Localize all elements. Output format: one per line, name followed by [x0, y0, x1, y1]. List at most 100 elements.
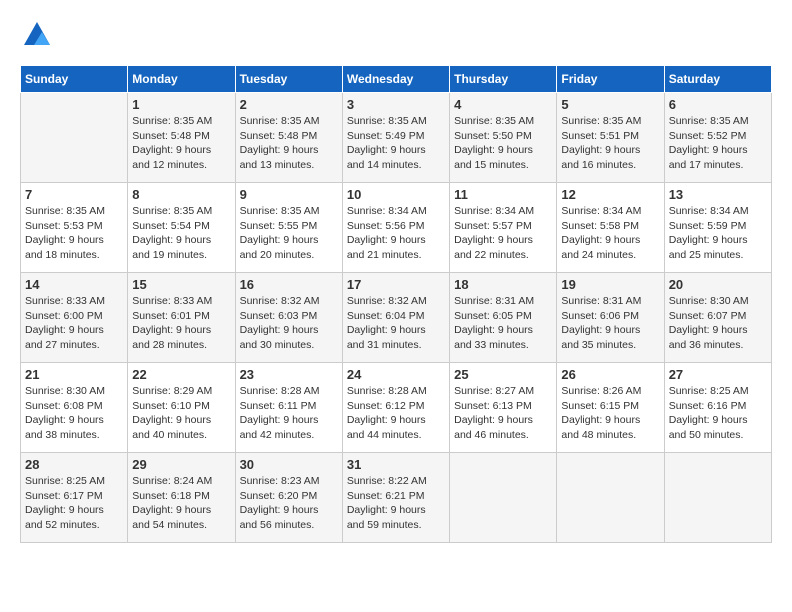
- calendar-cell: 20 Sunrise: 8:30 AMSunset: 6:07 PMDayligh…: [664, 273, 771, 363]
- calendar-cell: 17Sunrise: 8:32 AMSunset: 6:04 PMDayligh…: [342, 273, 449, 363]
- day-number: 28: [25, 457, 123, 472]
- day-number: 2: [240, 97, 338, 112]
- day-info: Sunrise: 8:23 AMSunset: 6:20 PMDaylight:…: [240, 474, 338, 533]
- calendar-header: SundayMondayTuesdayWednesdayThursdayFrid…: [21, 66, 772, 93]
- calendar-cell: 9 Sunrise: 8:35 AMSunset: 5:55 PMDaylight…: [235, 183, 342, 273]
- day-info: Sunrise: 8:33 AMSunset: 6:00 PMDaylight:…: [25, 294, 123, 353]
- calendar-cell: 16Sunrise: 8:32 AMSunset: 6:03 PMDayligh…: [235, 273, 342, 363]
- calendar-cell: 22 Sunrise: 8:29 AMSunset: 6:10 PMDayligh…: [128, 363, 235, 453]
- calendar-cell: 3 Sunrise: 8:35 AMSunset: 5:49 PMDaylight…: [342, 93, 449, 183]
- logo-icon: [22, 20, 52, 50]
- day-number: 7: [25, 187, 123, 202]
- calendar-cell: 23 Sunrise: 8:28 AMSunset: 6:11 PMDayligh…: [235, 363, 342, 453]
- day-info: Sunrise: 8:29 AMSunset: 6:10 PMDaylight:…: [132, 384, 230, 443]
- calendar-cell: 10Sunrise: 8:34 AMSunset: 5:56 PMDayligh…: [342, 183, 449, 273]
- calendar-cell: 28 Sunrise: 8:25 AMSunset: 6:17 PMDayligh…: [21, 453, 128, 543]
- weekday-header-monday: Monday: [128, 66, 235, 93]
- weekday-header-saturday: Saturday: [664, 66, 771, 93]
- day-number: 9: [240, 187, 338, 202]
- day-info: Sunrise: 8:31 AMSunset: 6:05 PMDaylight:…: [454, 294, 552, 353]
- day-number: 30: [240, 457, 338, 472]
- weekday-header-friday: Friday: [557, 66, 664, 93]
- day-info: Sunrise: 8:31 AMSunset: 6:06 PMDaylight:…: [561, 294, 659, 353]
- day-number: 19: [561, 277, 659, 292]
- day-number: 3: [347, 97, 445, 112]
- day-number: 31: [347, 457, 445, 472]
- calendar-cell: 11Sunrise: 8:34 AMSunset: 5:57 PMDayligh…: [450, 183, 557, 273]
- day-info: Sunrise: 8:27 AMSunset: 6:13 PMDaylight:…: [454, 384, 552, 443]
- calendar-cell: 19 Sunrise: 8:31 AMSunset: 6:06 PMDayligh…: [557, 273, 664, 363]
- day-info: Sunrise: 8:25 AMSunset: 6:17 PMDaylight:…: [25, 474, 123, 533]
- day-number: 6: [669, 97, 767, 112]
- calendar-cell: 21Sunrise: 8:30 AMSunset: 6:08 PMDayligh…: [21, 363, 128, 453]
- day-info: Sunrise: 8:22 AMSunset: 6:21 PMDaylight:…: [347, 474, 445, 533]
- day-info: Sunrise: 8:33 AMSunset: 6:01 PMDaylight:…: [132, 294, 230, 353]
- day-number: 4: [454, 97, 552, 112]
- calendar-cell: [450, 453, 557, 543]
- day-info: Sunrise: 8:32 AMSunset: 6:03 PMDaylight:…: [240, 294, 338, 353]
- day-info: Sunrise: 8:35 AMSunset: 5:53 PMDaylight:…: [25, 204, 123, 263]
- calendar-cell: 1Sunrise: 8:35 AMSunset: 5:48 PMDaylight…: [128, 93, 235, 183]
- calendar-cell: 14 Sunrise: 8:33 AMSunset: 6:00 PMDayligh…: [21, 273, 128, 363]
- calendar-cell: 5Sunrise: 8:35 AMSunset: 5:51 PMDaylight…: [557, 93, 664, 183]
- day-number: 26: [561, 367, 659, 382]
- calendar-cell: 4 Sunrise: 8:35 AMSunset: 5:50 PMDaylight…: [450, 93, 557, 183]
- calendar-week-row: 1 Sunrise: 8:35 AMSunset: 5:48 PMDaylight…: [21, 93, 772, 183]
- day-info: Sunrise: 8:35 AMSunset: 5:54 PMDaylight:…: [132, 204, 230, 263]
- calendar-cell: 7 Sunrise: 8:35 AMSunset: 5:53 PMDaylight…: [21, 183, 128, 273]
- calendar-table: SundayMondayTuesdayWednesdayThursdayFrid…: [20, 65, 772, 543]
- weekday-header-row: SundayMondayTuesdayWednesdayThursdayFrid…: [21, 66, 772, 93]
- weekday-header-sunday: Sunday: [21, 66, 128, 93]
- calendar-week-row: 21Sunrise: 8:30 AMSunset: 6:08 PMDayligh…: [21, 363, 772, 453]
- day-number: 17: [347, 277, 445, 292]
- calendar-cell: 29 Sunrise: 8:24 AMSunset: 6:18 PMDayligh…: [128, 453, 235, 543]
- day-info: Sunrise: 8:30 AMSunset: 6:07 PMDaylight:…: [669, 294, 767, 353]
- day-number: 24: [347, 367, 445, 382]
- day-number: 12: [561, 187, 659, 202]
- day-number: 15: [132, 277, 230, 292]
- day-number: 27: [669, 367, 767, 382]
- weekday-header-thursday: Thursday: [450, 66, 557, 93]
- day-info: Sunrise: 8:35 AMSunset: 5:55 PMDaylight:…: [240, 204, 338, 263]
- calendar-week-row: 28 Sunrise: 8:25 AMSunset: 6:17 PMDayligh…: [21, 453, 772, 543]
- day-number: 25: [454, 367, 552, 382]
- day-info: Sunrise: 8:24 AMSunset: 6:18 PMDaylight:…: [132, 474, 230, 533]
- day-info: Sunrise: 8:35 AMSunset: 5:50 PMDaylight:…: [454, 114, 552, 173]
- calendar-week-row: 7 Sunrise: 8:35 AMSunset: 5:53 PMDaylight…: [21, 183, 772, 273]
- calendar-cell: 13 Sunrise: 8:34 AMSunset: 5:59 PMDayligh…: [664, 183, 771, 273]
- day-info: Sunrise: 8:26 AMSunset: 6:15 PMDaylight:…: [561, 384, 659, 443]
- calendar-cell: 27 Sunrise: 8:25 AMSunset: 6:16 PMDayligh…: [664, 363, 771, 453]
- day-number: 13: [669, 187, 767, 202]
- day-number: 29: [132, 457, 230, 472]
- day-info: Sunrise: 8:28 AMSunset: 6:12 PMDaylight:…: [347, 384, 445, 443]
- calendar-cell: [557, 453, 664, 543]
- day-info: Sunrise: 8:34 AMSunset: 5:59 PMDaylight:…: [669, 204, 767, 263]
- calendar-cell: [664, 453, 771, 543]
- calendar-cell: 18 Sunrise: 8:31 AMSunset: 6:05 PMDayligh…: [450, 273, 557, 363]
- calendar-cell: [21, 93, 128, 183]
- calendar-cell: 15 Sunrise: 8:33 AMSunset: 6:01 PMDayligh…: [128, 273, 235, 363]
- calendar-cell: 2 Sunrise: 8:35 AMSunset: 5:48 PMDaylight…: [235, 93, 342, 183]
- page-header: [20, 20, 772, 55]
- calendar-cell: 24 Sunrise: 8:28 AMSunset: 6:12 PMDayligh…: [342, 363, 449, 453]
- day-info: Sunrise: 8:25 AMSunset: 6:16 PMDaylight:…: [669, 384, 767, 443]
- calendar-cell: 25 Sunrise: 8:27 AMSunset: 6:13 PMDayligh…: [450, 363, 557, 453]
- day-info: Sunrise: 8:28 AMSunset: 6:11 PMDaylight:…: [240, 384, 338, 443]
- day-info: Sunrise: 8:35 AMSunset: 5:49 PMDaylight:…: [347, 114, 445, 173]
- calendar-cell: 31 Sunrise: 8:22 AMSunset: 6:21 PMDayligh…: [342, 453, 449, 543]
- calendar-week-row: 14 Sunrise: 8:33 AMSunset: 6:00 PMDayligh…: [21, 273, 772, 363]
- weekday-header-tuesday: Tuesday: [235, 66, 342, 93]
- day-number: 1: [132, 97, 230, 112]
- calendar-cell: 26 Sunrise: 8:26 AMSunset: 6:15 PMDayligh…: [557, 363, 664, 453]
- weekday-header-wednesday: Wednesday: [342, 66, 449, 93]
- day-info: Sunrise: 8:30 AMSunset: 6:08 PMDaylight:…: [25, 384, 123, 443]
- day-number: 23: [240, 367, 338, 382]
- day-number: 18: [454, 277, 552, 292]
- day-info: Sunrise: 8:35 AMSunset: 5:48 PMDaylight:…: [240, 114, 338, 173]
- day-number: 8: [132, 187, 230, 202]
- calendar-cell: 8 Sunrise: 8:35 AMSunset: 5:54 PMDaylight…: [128, 183, 235, 273]
- day-number: 14: [25, 277, 123, 292]
- day-number: 20: [669, 277, 767, 292]
- day-number: 11: [454, 187, 552, 202]
- day-number: 22: [132, 367, 230, 382]
